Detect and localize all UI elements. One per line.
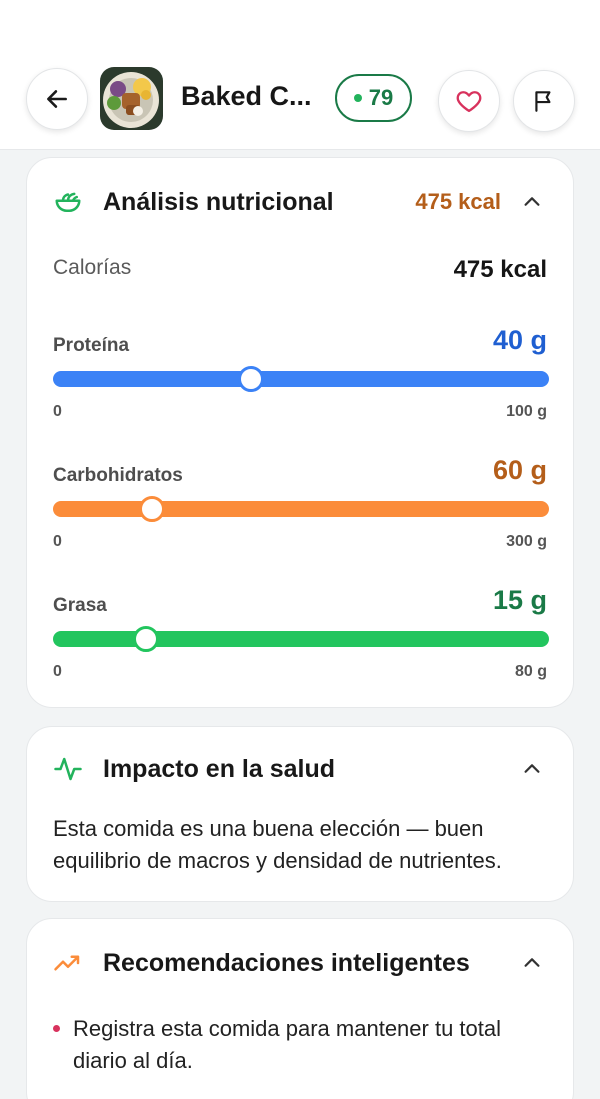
health-description: Esta comida es una buena elección — buen… [53, 816, 502, 873]
recommendation-item: Registra esta comida para mantener tu to… [73, 1016, 502, 1073]
carbs-value: 60 g [492, 455, 547, 485]
favorite-button[interactable] [438, 70, 500, 132]
flag-icon [535, 91, 551, 112]
fat-label: Grasa [53, 595, 107, 616]
protein-value: 40 g [492, 325, 547, 355]
health-score-badge[interactable]: 79 [335, 74, 412, 122]
protein-label: Proteína [53, 335, 130, 356]
bullet-icon [53, 1025, 60, 1032]
trending-up-icon [52, 947, 84, 979]
carbs-min: 0 [53, 533, 62, 550]
calories-label: Calorías [53, 256, 132, 279]
chevron-up-icon[interactable] [519, 189, 545, 215]
carbs-max: 300 g [506, 533, 547, 550]
chevron-up-icon[interactable] [519, 950, 545, 976]
recommendations-card-header[interactable]: Recomendaciones inteligentes [27, 943, 573, 983]
health-title: Impacto en la salud [103, 754, 336, 783]
fat-min: 0 [53, 663, 62, 680]
fat-slider-handle[interactable] [133, 626, 159, 652]
heart-icon [456, 91, 482, 113]
arrow-left-icon [47, 90, 67, 108]
carbs-slider[interactable] [53, 496, 549, 522]
nutrition-card: Análisis nutricional 475 kcal Calorías 4… [26, 157, 574, 708]
protein-max: 100 g [506, 403, 547, 420]
activity-icon [52, 753, 84, 785]
fat-value: 15 g [492, 585, 547, 615]
nutrition-header-kcal: 475 kcal [415, 189, 501, 214]
salad-icon [52, 186, 84, 218]
nutrition-card-header[interactable]: Análisis nutricional 475 kcal [27, 182, 573, 222]
health-score-value: 79 [368, 85, 394, 110]
meal-thumbnail [100, 67, 163, 130]
health-impact-card: Impacto en la salud Esta comida es una b… [26, 726, 574, 902]
score-dot-icon [353, 94, 362, 102]
recommendations-title: Recomendaciones inteligentes [103, 948, 470, 977]
chevron-up-icon[interactable] [519, 756, 545, 782]
fat-slider[interactable] [53, 626, 549, 652]
fat-max: 80 g [514, 663, 547, 680]
meal-title: Baked C... [181, 81, 312, 111]
back-button[interactable] [26, 68, 88, 130]
nutrition-title: Análisis nutricional [103, 187, 334, 216]
carbs-label: Carbohidratos [53, 465, 183, 486]
recommendations-card: Recomendaciones inteligentes Registra es… [26, 918, 574, 1099]
report-button[interactable] [513, 70, 575, 132]
protein-slider-handle[interactable] [238, 366, 265, 392]
carbs-slider-handle[interactable] [139, 496, 166, 522]
protein-slider[interactable] [53, 366, 549, 392]
calories-value: 475 kcal [453, 256, 547, 283]
health-card-header[interactable]: Impacto en la salud [27, 749, 573, 789]
app-header: Baked C... 79 [0, 0, 600, 150]
protein-min: 0 [53, 403, 62, 420]
